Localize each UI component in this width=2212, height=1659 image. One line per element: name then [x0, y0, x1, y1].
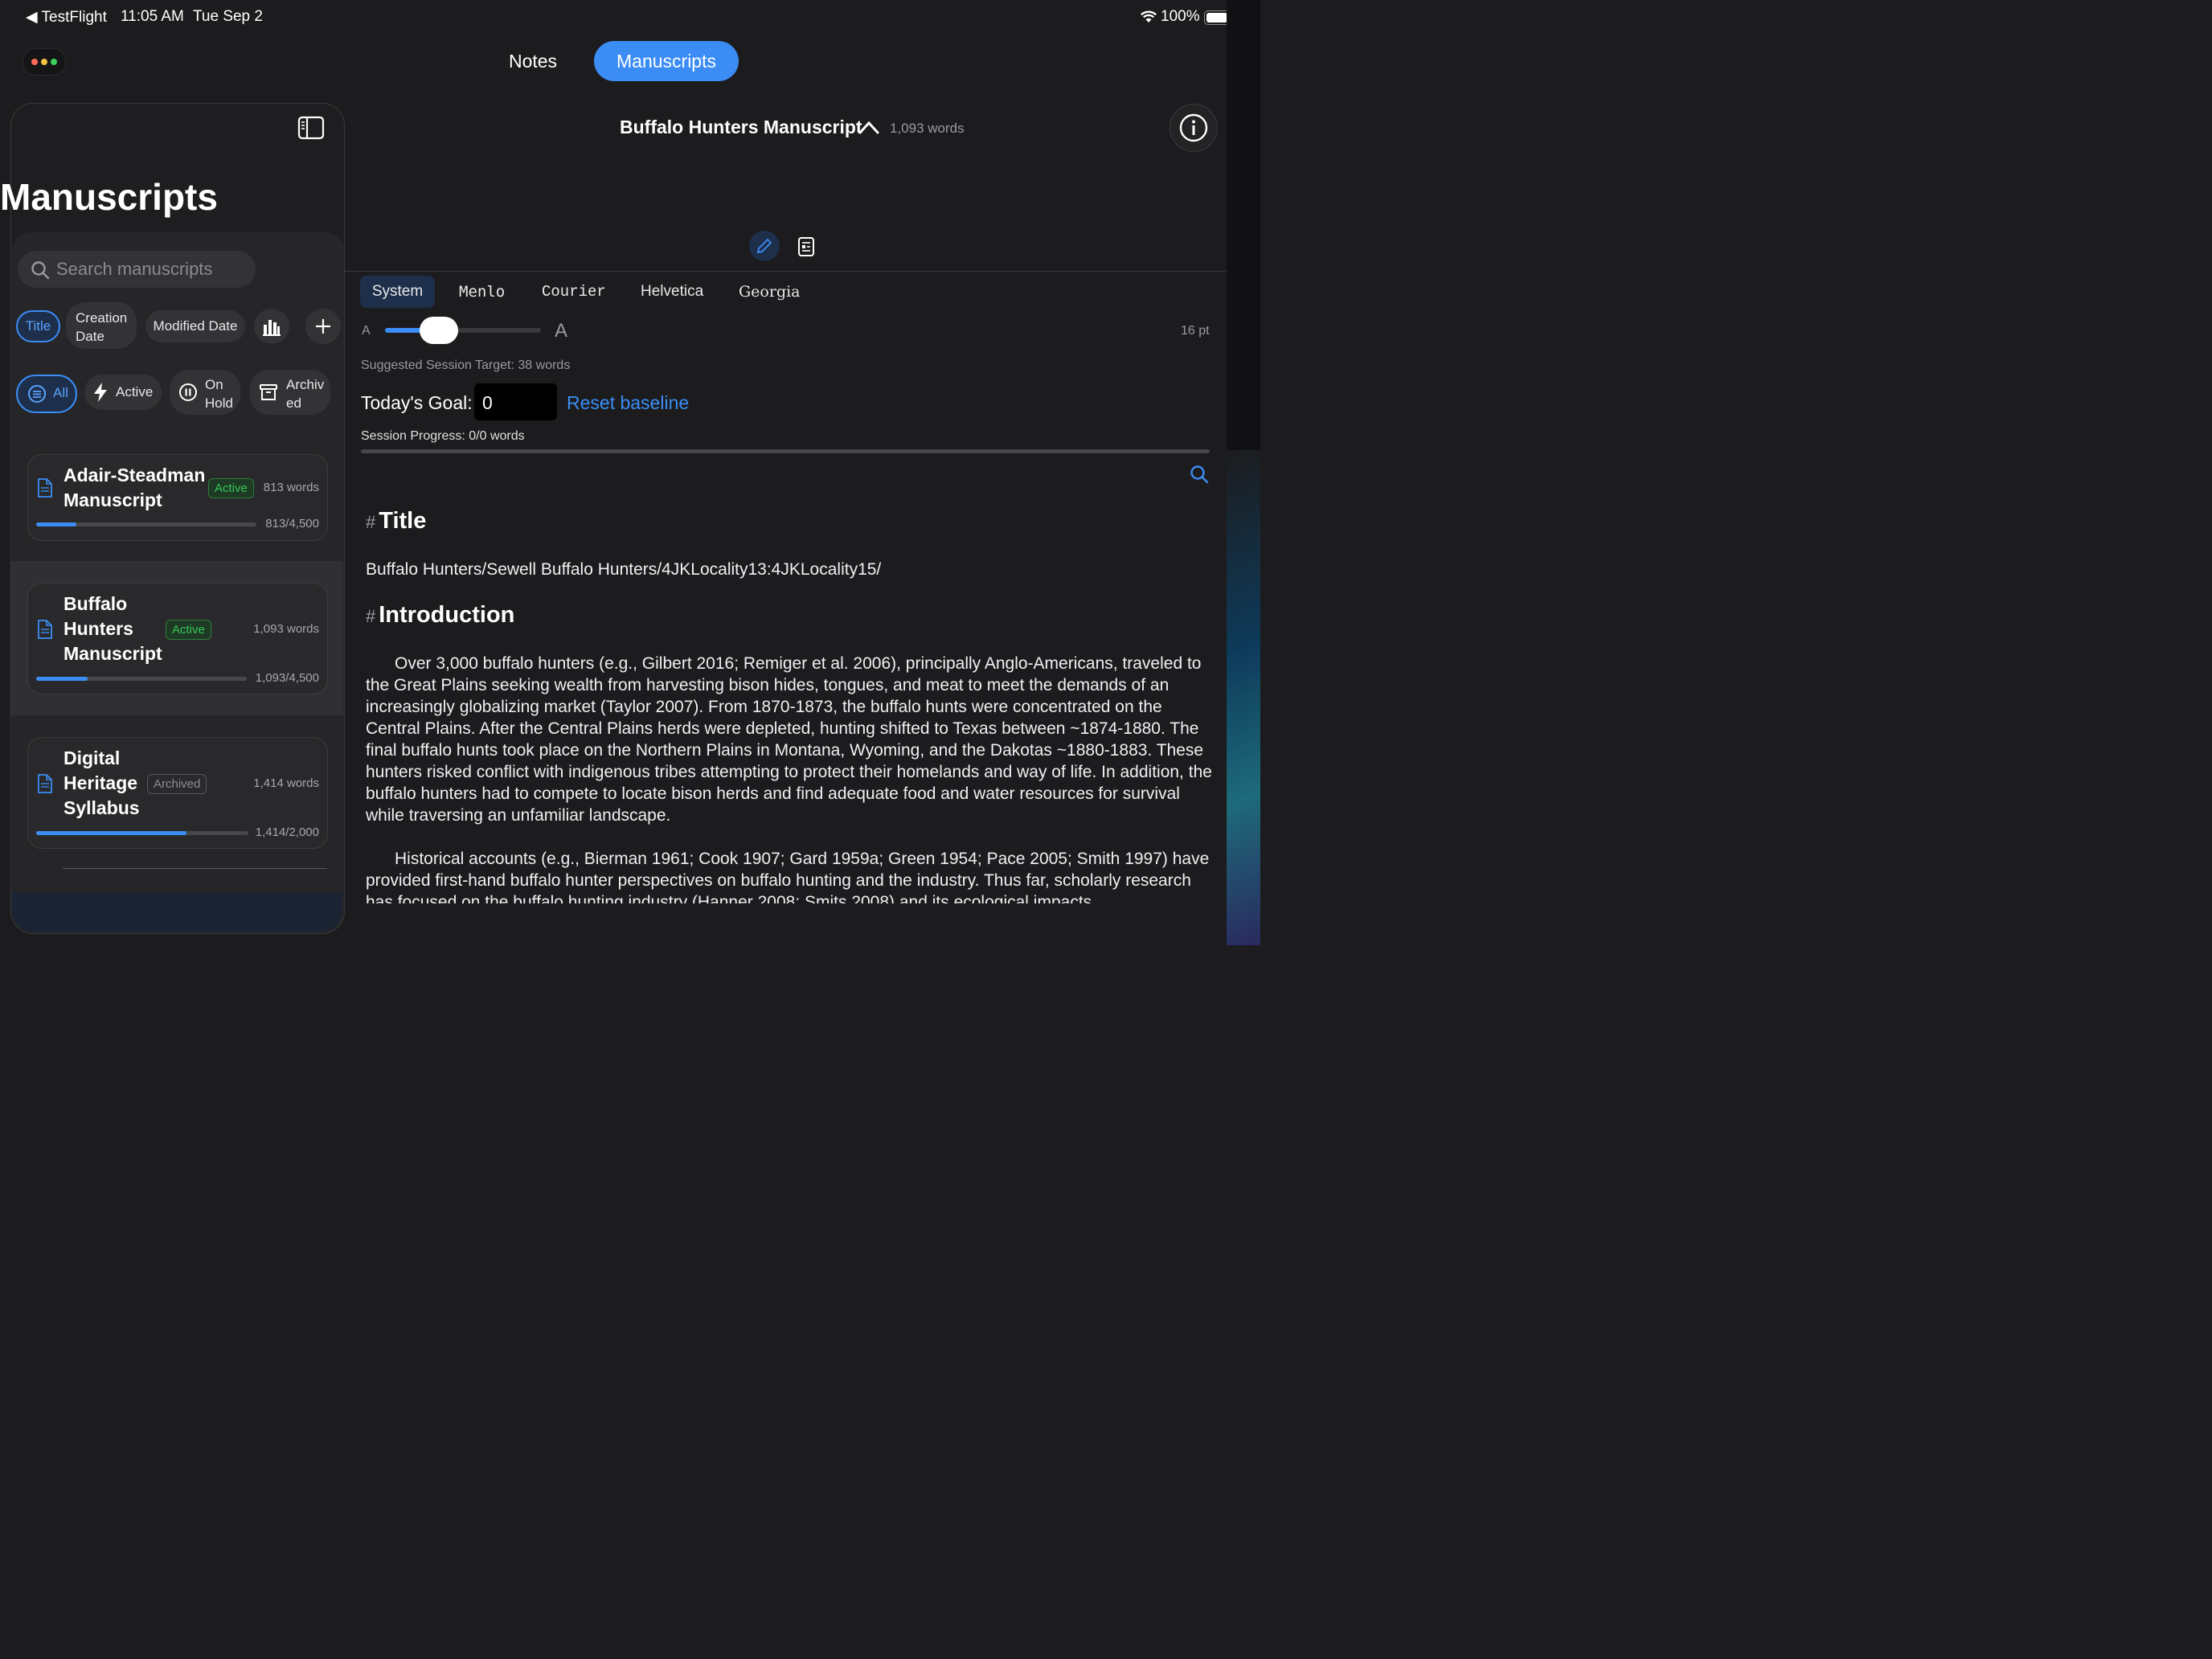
- filter-active-chip[interactable]: Active: [84, 375, 162, 410]
- progress-fill: [36, 677, 88, 681]
- progress-fill: [36, 831, 186, 835]
- manuscript-card-digital-heritage[interactable]: Digital Heritage Syllabus Archived 1,414…: [27, 737, 328, 849]
- sort-modified-date-chip[interactable]: Modified Date: [145, 310, 245, 342]
- manuscript-card-adair-steadman[interactable]: Adair-Steadman Manuscript Active 813 wor…: [27, 454, 328, 541]
- session-progress-bar: [361, 449, 1210, 453]
- font-tab-helvetica[interactable]: Helvetica: [641, 276, 703, 308]
- status-badge: Active: [208, 478, 254, 498]
- progress-text: 1,414/2,000: [255, 825, 319, 839]
- wallpaper-edge: [1227, 450, 1260, 945]
- status-time: 11:05 AM: [121, 8, 184, 25]
- document-preview-icon: [798, 237, 814, 256]
- progress-text: 813/4,500: [265, 517, 319, 530]
- add-manuscript-button[interactable]: [305, 309, 341, 344]
- find-in-document-icon[interactable]: [1190, 465, 1209, 488]
- title-line: Buffalo Hunters/Sewell Buffalo Hunters/4…: [366, 560, 882, 579]
- tab-notes[interactable]: Notes: [490, 42, 576, 80]
- heading-text: Introduction: [379, 602, 515, 628]
- filter-active-label: Active: [116, 384, 154, 399]
- reset-baseline-button[interactable]: Reset baseline: [567, 392, 689, 414]
- sort-title-chip[interactable]: Title: [16, 310, 60, 342]
- list-divider: [63, 868, 327, 869]
- paragraph-2: Historical accounts (e.g., Bierman 1961;…: [366, 850, 1210, 903]
- word-count: 1,093 words: [253, 622, 319, 636]
- font-tab-menlo[interactable]: Menlo: [459, 276, 505, 308]
- filter-all-label: All: [53, 385, 68, 400]
- multitasking-dots-button[interactable]: [23, 48, 66, 76]
- plus-icon: [316, 319, 330, 334]
- sidebar-footer-glow: [11, 892, 342, 932]
- bolt-icon: [94, 383, 107, 402]
- stats-button[interactable]: [254, 309, 289, 344]
- status-badge: Archived: [147, 774, 207, 794]
- filter-archived-chip[interactable]: Archived: [250, 370, 330, 415]
- font-size-large-label: A: [555, 320, 568, 342]
- chart-bar-icon: [263, 320, 281, 336]
- goal-input[interactable]: 0: [474, 383, 557, 420]
- progress-bar: [36, 522, 256, 526]
- document-icon: [38, 620, 52, 639]
- chevron-up-icon[interactable]: [858, 119, 879, 139]
- manuscript-title: Buffalo Hunters Manuscript: [63, 593, 162, 664]
- toolbar-divider: [344, 271, 1227, 272]
- info-icon: [1179, 113, 1208, 142]
- font-tab-system[interactable]: System: [360, 276, 435, 308]
- word-count: 1,414 words: [253, 776, 319, 790]
- goal-label: Today's Goal:: [361, 392, 473, 413]
- document-icon: [38, 478, 52, 498]
- sidebar-title: Manuscripts: [0, 176, 218, 218]
- goal-value: 0: [482, 392, 493, 413]
- progress-bar: [36, 677, 247, 681]
- info-button[interactable]: [1169, 104, 1218, 152]
- filter-on-hold-chip[interactable]: On Hold: [170, 370, 240, 415]
- sort-creation-date-chip[interactable]: Creation Date: [66, 302, 137, 349]
- document-title[interactable]: Buffalo Hunters Manuscript: [620, 117, 862, 138]
- archive-box-icon: [260, 384, 277, 400]
- status-badge: Active: [166, 620, 211, 640]
- sort-creation-date-label: Creation Date: [76, 310, 128, 344]
- filter-all-chip[interactable]: All: [16, 375, 77, 413]
- progress-bar: [36, 831, 248, 835]
- heading-introduction: # Introduction: [366, 602, 514, 629]
- document-editor[interactable]: # Title Buffalo Hunters/Sewell Buffalo Hu…: [344, 490, 1227, 903]
- search-icon: [31, 261, 50, 280]
- pencil-icon: [756, 238, 772, 254]
- pause-circle-icon: [179, 383, 197, 401]
- back-to-testflight-link[interactable]: ◀ TestFlight: [26, 8, 107, 27]
- paragraph-1: Over 3,000 buffalo hunters (e.g., Gilber…: [366, 654, 1212, 825]
- wallpaper-edge-top: [1227, 0, 1260, 450]
- list-circle-icon: [28, 385, 46, 403]
- status-date: Tue Sep 2: [193, 8, 263, 25]
- manuscript-title: Adair-Steadman Manuscript: [63, 465, 206, 510]
- font-tab-courier[interactable]: Courier: [542, 276, 606, 308]
- document-icon: [38, 774, 52, 793]
- font-size-value: 16 pt: [1181, 324, 1210, 338]
- document-word-count: 1,093 words: [890, 121, 965, 136]
- font-size-slider[interactable]: [385, 317, 541, 344]
- font-size-slider-knob[interactable]: [420, 317, 459, 344]
- preview-mode-button[interactable]: [797, 236, 815, 261]
- wifi-icon: [1140, 10, 1157, 28]
- progress-fill: [36, 522, 76, 526]
- heading-title: # Title: [366, 508, 426, 535]
- search-input[interactable]: Search manuscripts: [18, 251, 256, 288]
- font-tab-georgia[interactable]: Georgia: [739, 276, 801, 308]
- manuscript-card-buffalo-hunters[interactable]: Buffalo Hunters Manuscript Active 1,093 …: [27, 583, 328, 694]
- filter-on-hold-label: On Hold: [205, 377, 233, 411]
- battery-percent: 100%: [1161, 8, 1200, 25]
- font-size-small-label: A: [362, 324, 371, 338]
- word-count: 813 words: [263, 481, 319, 494]
- progress-text: 1,093/4,500: [255, 671, 319, 685]
- filter-archived-label: Archived: [286, 377, 325, 411]
- heading-hash: #: [366, 606, 376, 626]
- edit-mode-button[interactable]: [749, 231, 780, 261]
- session-progress-text: Session Progress: 0/0 words: [361, 429, 525, 443]
- tab-manuscripts[interactable]: Manuscripts: [594, 41, 739, 81]
- heading-text: Title: [379, 508, 427, 534]
- toggle-sidebar-icon[interactable]: [297, 116, 325, 144]
- manuscript-title: Digital Heritage Syllabus: [63, 748, 140, 818]
- search-placeholder: Search manuscripts: [56, 259, 213, 279]
- suggested-target: Suggested Session Target: 38 words: [361, 358, 571, 372]
- heading-hash: #: [366, 512, 376, 532]
